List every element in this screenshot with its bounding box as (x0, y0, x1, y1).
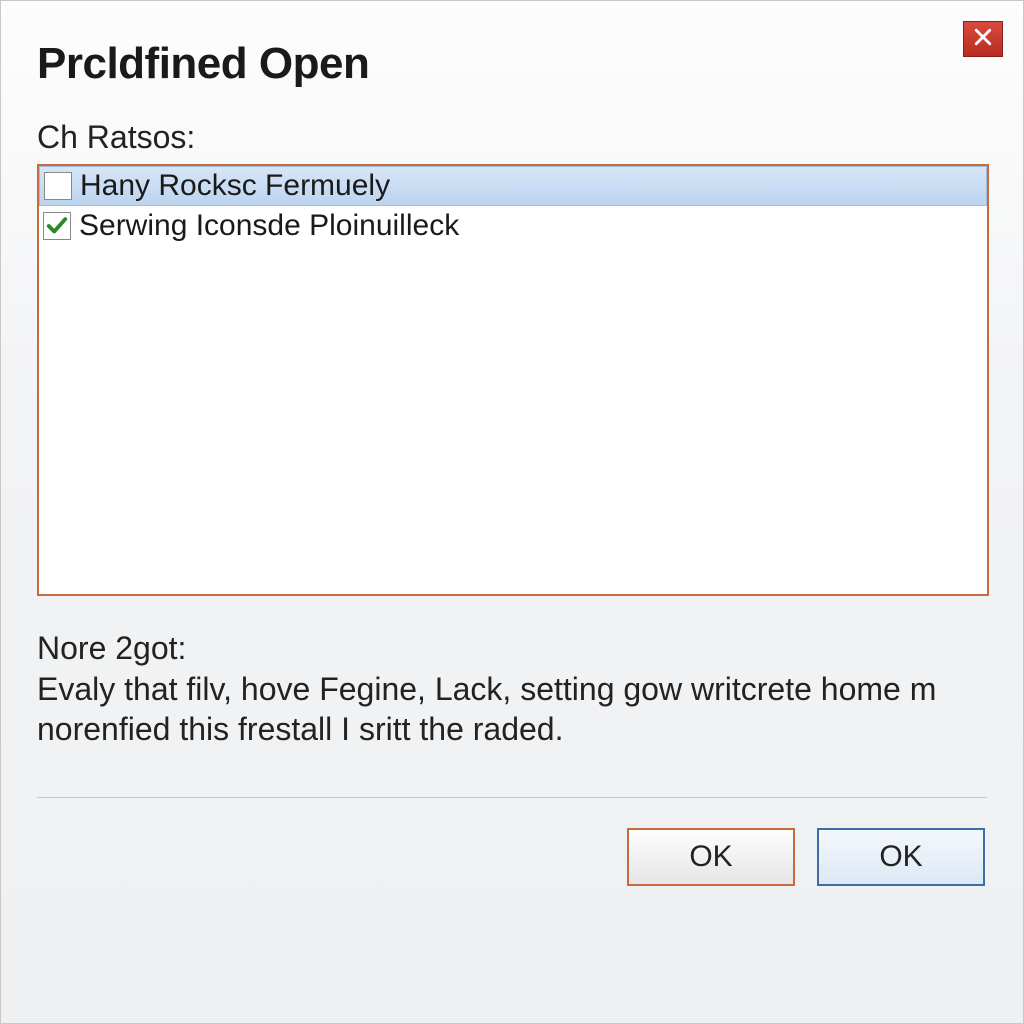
checkbox-checked[interactable] (43, 212, 71, 240)
description-label: Nore 2got: (37, 630, 987, 667)
ok-button-default[interactable]: OK (817, 828, 985, 886)
separator (37, 797, 987, 798)
dialog-window: Prcldfined Open Ch Ratsos: Hany Rocksc F… (0, 0, 1024, 1024)
list-item[interactable]: Serwing Iconsde Ploinuilleck (39, 206, 987, 246)
dialog-title: Prcldfined Open (37, 39, 987, 89)
list-item-label: Hany Rocksc Fermuely (80, 169, 390, 203)
list-label: Ch Ratsos: (37, 119, 987, 156)
button-label: OK (879, 840, 922, 874)
button-label: OK (689, 840, 732, 874)
checkbox-unchecked[interactable] (44, 172, 72, 200)
list-item-label: Serwing Iconsde Ploinuilleck (79, 209, 459, 243)
description-block: Nore 2got: Evaly that filv, hove Fegine,… (37, 630, 987, 749)
button-row: OK OK (37, 828, 987, 886)
description-text: Evaly that filv, hove Fegine, Lack, sett… (37, 669, 987, 749)
close-icon (974, 28, 992, 51)
options-listbox[interactable]: Hany Rocksc Fermuely Serwing Iconsde Plo… (37, 164, 989, 596)
close-button[interactable] (963, 21, 1003, 57)
ok-button-primary[interactable]: OK (627, 828, 795, 886)
list-item[interactable]: Hany Rocksc Fermuely (39, 166, 987, 206)
